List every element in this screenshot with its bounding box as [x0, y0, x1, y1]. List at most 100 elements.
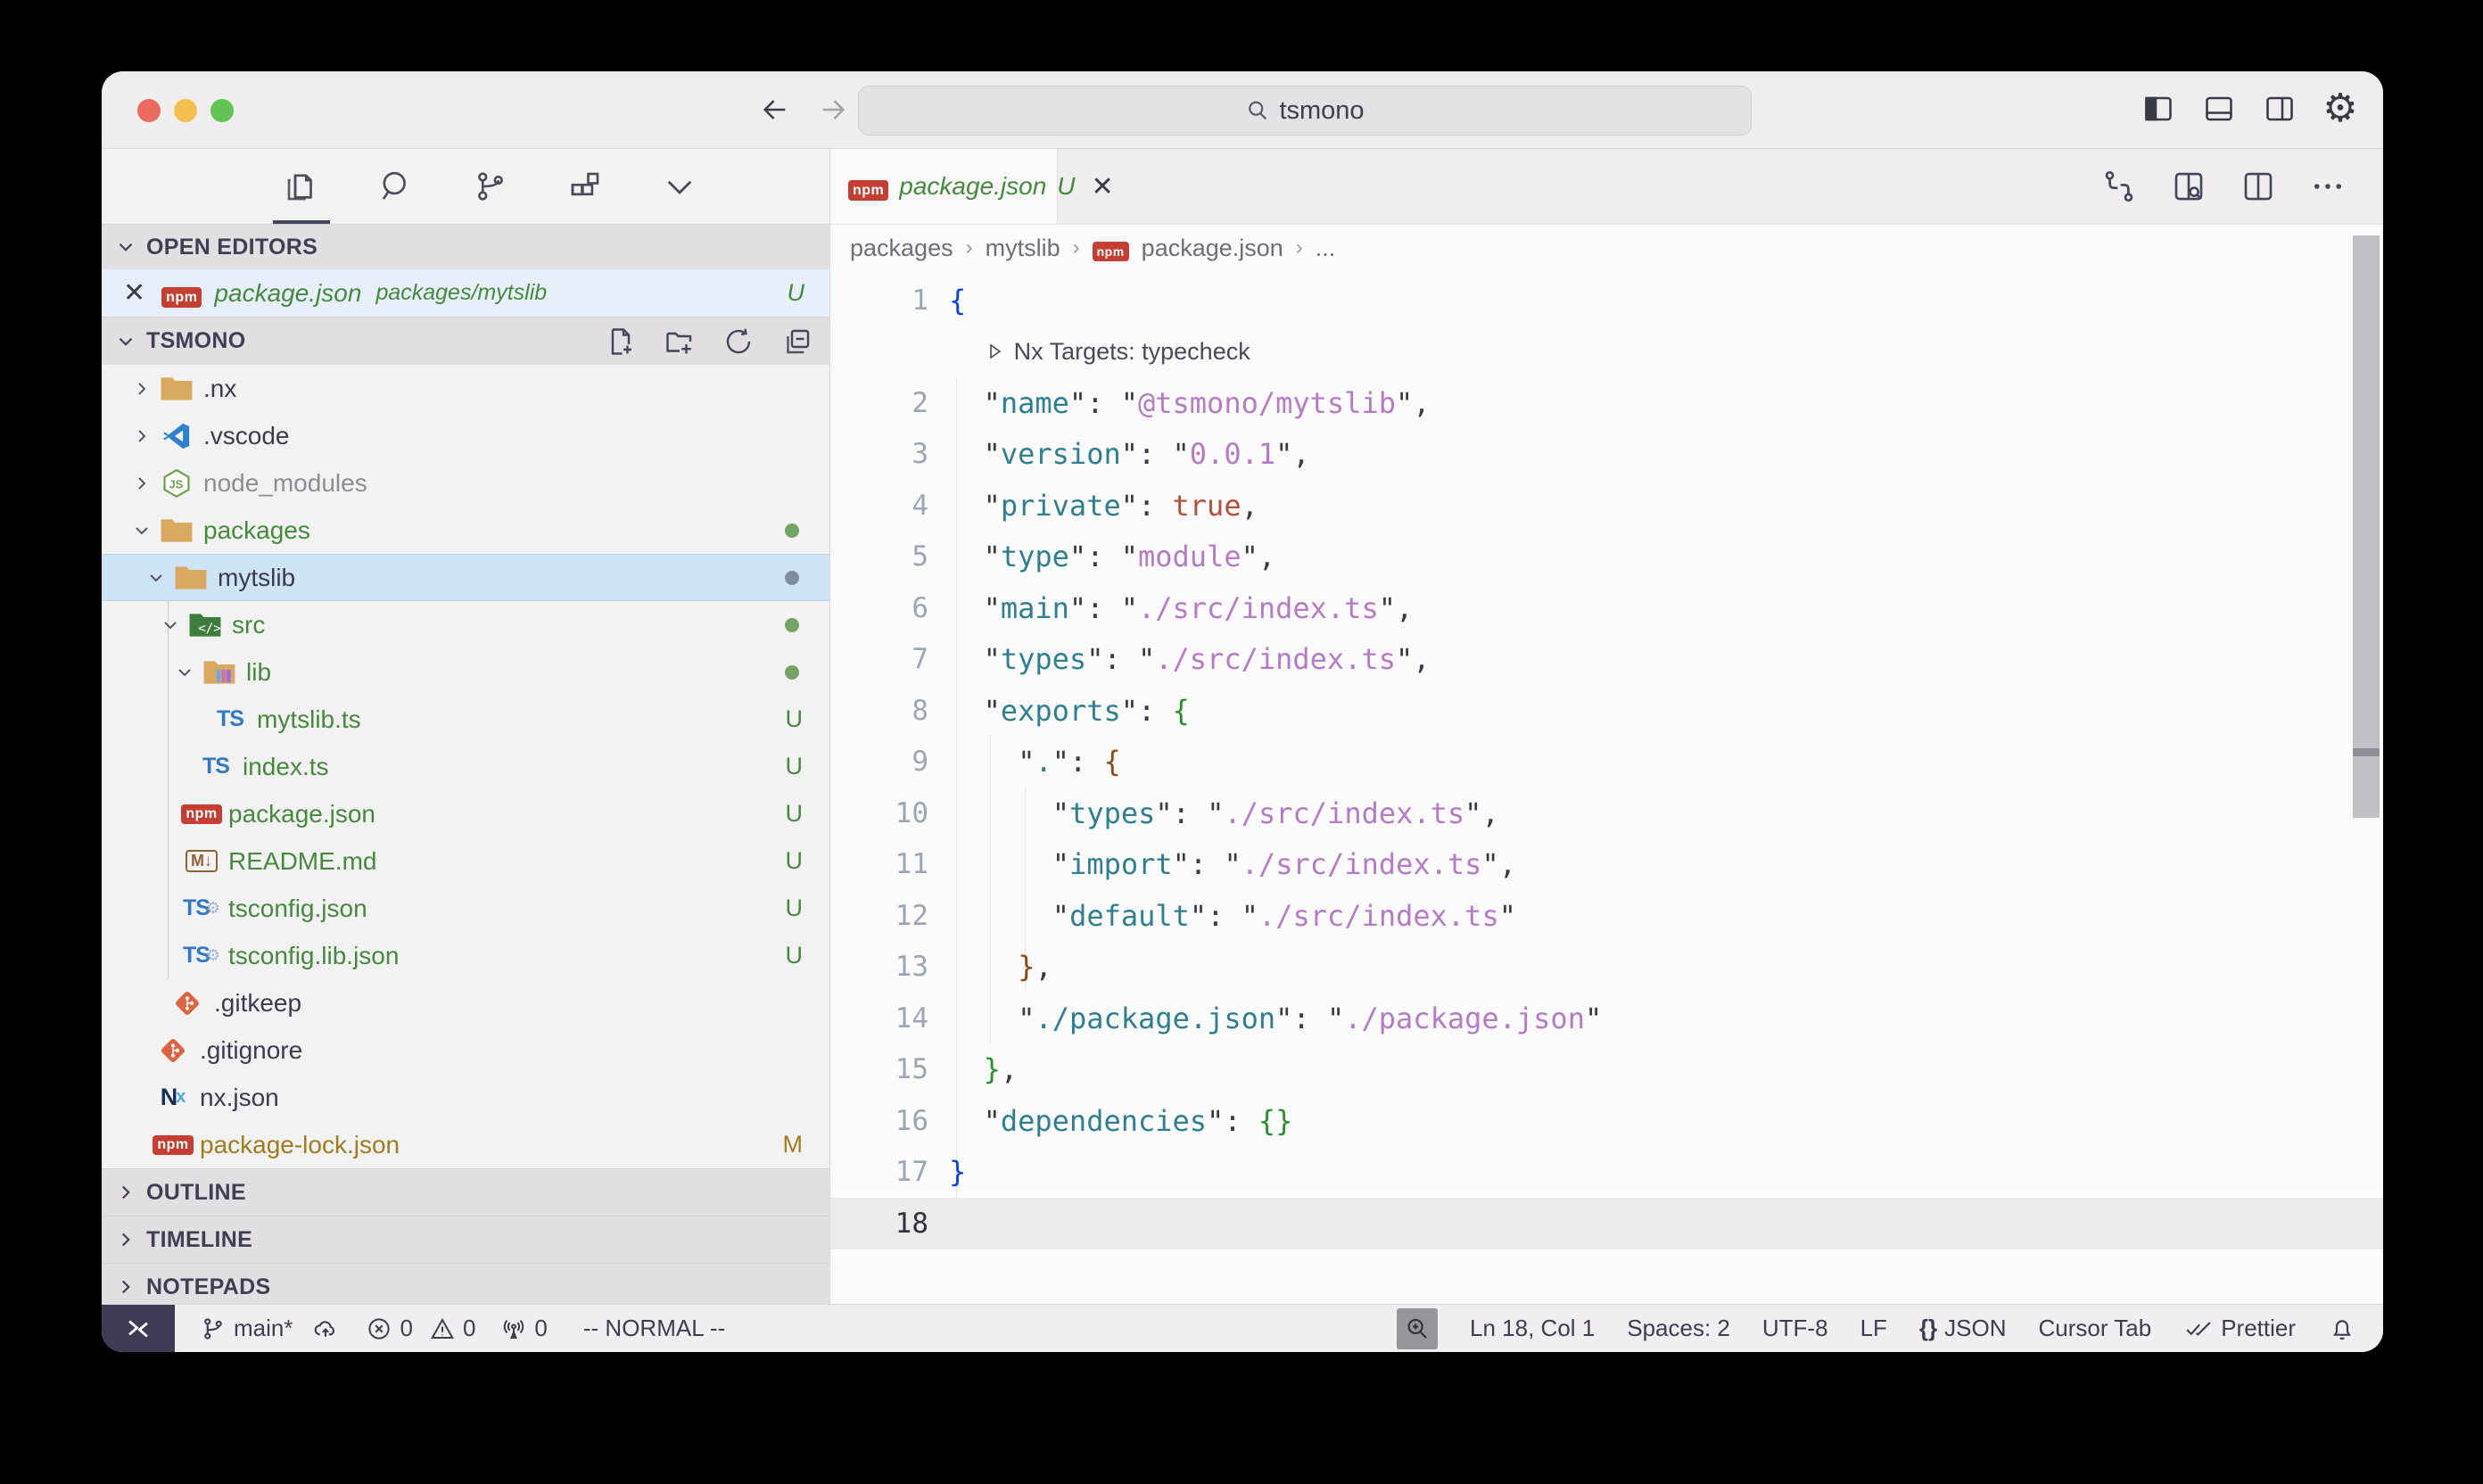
- code-line-8[interactable]: 8 "exports": {: [830, 685, 2383, 737]
- toggle-panel-icon[interactable]: [2199, 87, 2239, 130]
- search-view-icon[interactable]: [371, 149, 421, 224]
- new-file-icon[interactable]: [603, 324, 639, 359]
- code-line-17[interactable]: 17 }: [830, 1147, 2383, 1199]
- chevron-down-icon[interactable]: [127, 520, 157, 541]
- workspace-header[interactable]: TSMONO: [102, 317, 829, 365]
- tab-package-json[interactable]: npm package.json U ✕: [830, 149, 1058, 224]
- code-line-16[interactable]: 16 "dependencies": {}: [830, 1095, 2383, 1147]
- toggle-primary-sidebar-icon[interactable]: [2139, 87, 2178, 130]
- encoding-status[interactable]: UTF-8: [1762, 1315, 1828, 1342]
- problems-status[interactable]: 0 0: [366, 1315, 475, 1342]
- tree-item-package.json[interactable]: npmpackage.jsonU: [102, 790, 829, 837]
- code-line-12[interactable]: 12 "default": "./src/index.ts": [830, 890, 2383, 942]
- codelens-row[interactable]: Nx Targets: typecheck: [830, 326, 2383, 378]
- tree-item-src[interactable]: </>src: [102, 601, 829, 648]
- code-line-14[interactable]: 14 "./package.json": "./package.json": [830, 993, 2383, 1044]
- remote-indicator[interactable]: [102, 1305, 175, 1352]
- code-line-7[interactable]: 7 "types": "./src/index.ts",: [830, 634, 2383, 686]
- ports-status[interactable]: 0: [500, 1315, 547, 1342]
- command-center-search[interactable]: tsmono: [858, 86, 1752, 136]
- code-line-18[interactable]: 18: [830, 1198, 2383, 1249]
- code-line-11[interactable]: 11 "import": "./src/index.ts",: [830, 839, 2383, 891]
- minimize-window-button[interactable]: [174, 99, 197, 122]
- forward-arrow-icon[interactable]: [811, 87, 855, 132]
- code-line-3[interactable]: 3 "version": "0.0.1",: [830, 429, 2383, 481]
- close-editor-icon[interactable]: ✕: [123, 277, 145, 309]
- git-branch-status[interactable]: main*: [200, 1315, 341, 1342]
- tree-item-lib[interactable]: lib: [102, 648, 829, 696]
- code-line-5[interactable]: 5 "type": "module",: [830, 532, 2383, 583]
- editor-scrollbar[interactable]: [2353, 235, 2380, 818]
- language-mode-status[interactable]: {} JSON: [1919, 1315, 2007, 1342]
- chevron-down-icon[interactable]: [141, 567, 171, 589]
- formatter-status[interactable]: Prettier: [2183, 1315, 2296, 1342]
- split-editor-icon[interactable]: [2239, 167, 2278, 206]
- chevron-down-icon[interactable]: [169, 662, 200, 683]
- open-editors-header[interactable]: OPEN EDITORS: [102, 224, 829, 269]
- tree-item-mytslib[interactable]: mytslib: [102, 554, 829, 601]
- zoom-window-button[interactable]: [210, 99, 234, 122]
- tree-item-tsconfig.json[interactable]: TS⚙tsconfig.jsonU: [102, 885, 829, 932]
- code-token: ,: [1035, 950, 1052, 984]
- code-token: ./package.json: [1344, 1002, 1585, 1035]
- chevron-right-icon[interactable]: [127, 473, 157, 494]
- open-editor-item[interactable]: ✕ npm package.json packages/mytslib U: [102, 269, 829, 317]
- code-line-1[interactable]: 1 {: [830, 275, 2383, 326]
- code-line-9[interactable]: 9 ".": {: [830, 737, 2383, 788]
- tree-item-package-lock.json[interactable]: npmpackage-lock.jsonM: [102, 1121, 829, 1168]
- code-line-13[interactable]: 13 },: [830, 942, 2383, 993]
- sync-cloud-icon[interactable]: [310, 1315, 341, 1342]
- indentation-status[interactable]: Spaces: 2: [1627, 1315, 1730, 1342]
- back-arrow-icon[interactable]: [753, 87, 797, 132]
- close-tab-icon[interactable]: ✕: [1092, 171, 1114, 202]
- tree-item-.gitkeep[interactable]: .gitkeep: [102, 979, 829, 1026]
- cursor-tab-status[interactable]: Cursor Tab: [2039, 1315, 2152, 1342]
- source-control-view-icon[interactable]: [466, 149, 516, 224]
- tree-item-packages[interactable]: packages: [102, 507, 829, 554]
- cursor-position-status[interactable]: Ln 18, Col 1: [1470, 1315, 1595, 1342]
- chevron-right-icon[interactable]: [127, 425, 157, 447]
- tree-item-mytslib.ts[interactable]: TSmytslib.tsU: [102, 696, 829, 743]
- screen-magnifier-icon[interactable]: [1397, 1308, 1438, 1349]
- tree-item-nx.json[interactable]: Nxnx.json: [102, 1074, 829, 1121]
- chevron-down-icon[interactable]: [155, 614, 186, 636]
- line-number: 1: [830, 284, 928, 317]
- more-actions-icon[interactable]: [2308, 167, 2347, 206]
- outline-panel-header[interactable]: OUTLINE: [102, 1168, 829, 1216]
- breadcrumb-item[interactable]: mytslib: [986, 235, 1060, 262]
- tree-item-README.md[interactable]: M↓README.mdU: [102, 837, 829, 885]
- extensions-view-icon[interactable]: [560, 149, 610, 224]
- additional-views-chevron-icon[interactable]: [655, 149, 705, 224]
- breadcrumb-item[interactable]: packages: [850, 235, 953, 262]
- tree-item-tsconfig.lib.json[interactable]: TS⚙tsconfig.lib.jsonU: [102, 932, 829, 979]
- tree-item-.nx[interactable]: .nx: [102, 365, 829, 412]
- close-window-button[interactable]: [137, 99, 161, 122]
- tree-item-.gitignore[interactable]: .gitignore: [102, 1026, 829, 1074]
- new-folder-icon[interactable]: [662, 324, 697, 359]
- chevron-right-icon[interactable]: [127, 378, 157, 400]
- tree-item-index.ts[interactable]: TSindex.tsU: [102, 743, 829, 790]
- breadcrumb-item[interactable]: ...: [1316, 235, 1336, 262]
- search-value: tsmono: [1279, 96, 1364, 126]
- tree-item-node_modules[interactable]: JSnode_modules: [102, 459, 829, 507]
- toggle-secondary-sidebar-icon[interactable]: [2260, 87, 2299, 130]
- open-preview-icon[interactable]: [2169, 167, 2208, 206]
- code-line-2[interactable]: 2 "name": "@tsmono/mytslib",: [830, 377, 2383, 429]
- nodejs-icon: JS: [157, 466, 196, 501]
- breadcrumb-item[interactable]: package.json: [1142, 235, 1283, 262]
- open-changes-icon[interactable]: [2099, 167, 2139, 206]
- code-line-15[interactable]: 15 },: [830, 1044, 2383, 1096]
- explorer-view-icon[interactable]: [276, 149, 326, 224]
- collapse-all-icon[interactable]: [780, 324, 815, 359]
- code-line-6[interactable]: 6 "main": "./src/index.ts",: [830, 582, 2383, 634]
- timeline-panel-header[interactable]: TIMELINE: [102, 1216, 829, 1263]
- code-line-4[interactable]: 4 "private": true,: [830, 480, 2383, 532]
- notifications-bell-icon[interactable]: [2328, 1315, 2356, 1343]
- code-editor[interactable]: 1 { Nx Targets: typecheck2 "name": "@tsm…: [830, 271, 2383, 1304]
- tree-item-.vscode[interactable]: .vscode: [102, 412, 829, 459]
- vim-mode-status[interactable]: -- NORMAL --: [583, 1315, 725, 1342]
- settings-gear-icon[interactable]: ⚙: [2321, 87, 2360, 130]
- code-line-10[interactable]: 10 "types": "./src/index.ts",: [830, 787, 2383, 839]
- refresh-icon[interactable]: [721, 324, 756, 359]
- eol-status[interactable]: LF: [1860, 1315, 1887, 1342]
